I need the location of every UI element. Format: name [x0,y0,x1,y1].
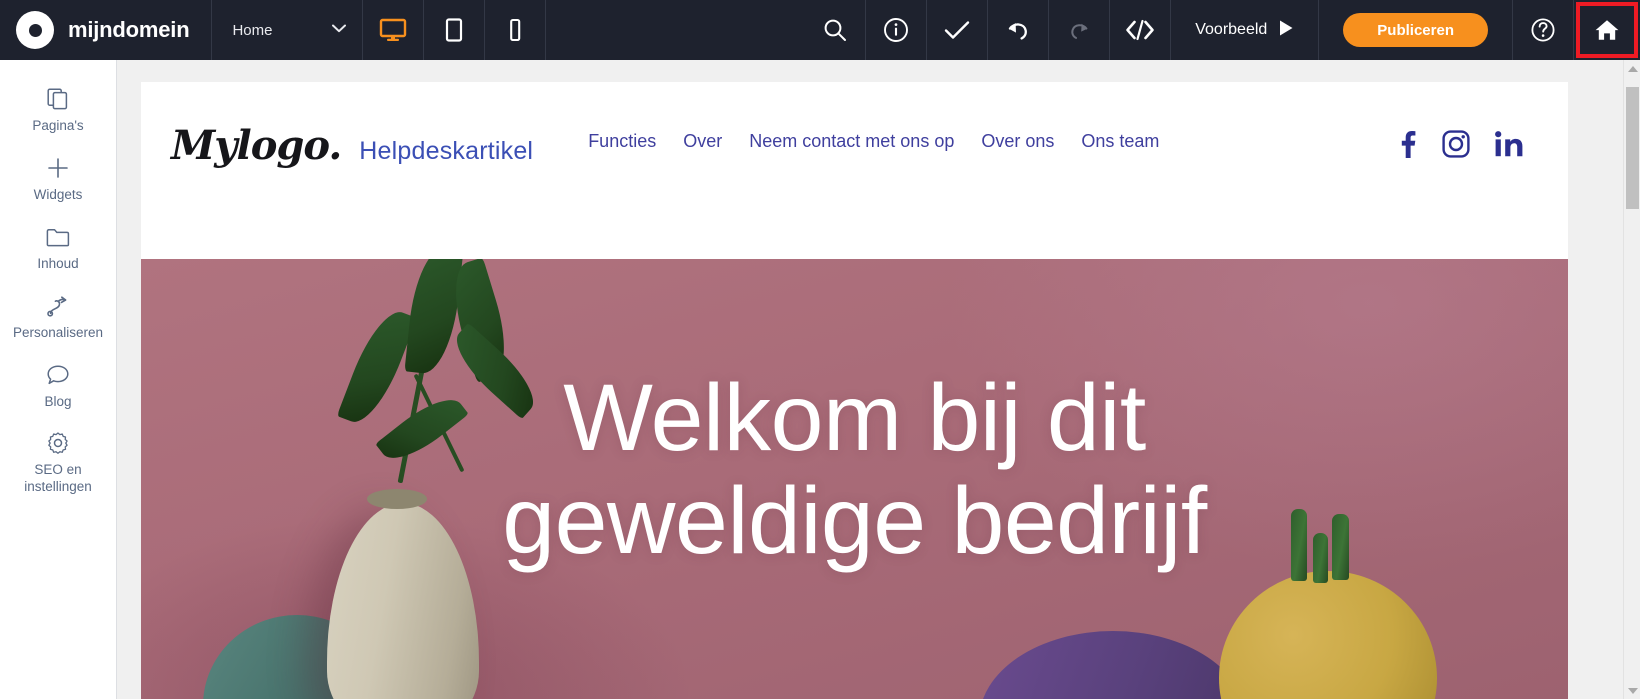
checkmark-icon [943,18,971,42]
site-nav-item-contact[interactable]: Neem contact met ons op [749,131,954,152]
redo-button[interactable] [1049,0,1109,60]
publish-button[interactable]: Publiceren [1343,13,1488,47]
redo-arrow-icon [1067,19,1091,41]
hero-heading-line-1: Welkom bij dit [181,367,1528,470]
help-button[interactable] [1513,0,1573,60]
sidebar-item-label: Inhoud [37,256,78,273]
site-logo-block[interactable]: Mylogo. Helpdeskartikel [171,122,533,169]
scrollbar-thumb[interactable] [1626,87,1639,209]
play-triangle-icon [1278,19,1294,42]
editor-canvas: Mylogo. Helpdeskartikel Functies Over Ne… [117,60,1623,699]
info-button[interactable] [866,0,926,60]
save-button[interactable] [927,0,987,60]
search-button[interactable] [805,0,865,60]
sidebar-item-label: Personaliseren [13,325,103,342]
site-header: Mylogo. Helpdeskartikel Functies Over Ne… [141,82,1568,259]
mobile-icon [508,18,522,42]
site-navigation: Functies Over Neem contact met ons op Ov… [588,122,1396,152]
sidebar-item-seo-en-instellingen[interactable]: SEO en instellingen [0,420,116,506]
speech-bubble-icon [46,363,70,387]
facebook-icon[interactable] [1396,129,1418,164]
publish-button-container: Publiceren [1319,0,1512,60]
website-page[interactable]: Mylogo. Helpdeskartikel Functies Over Ne… [141,82,1568,699]
sidebar-item-label: SEO en instellingen [4,462,112,496]
plus-icon [47,156,69,180]
gear-icon [46,431,70,455]
linkedin-icon[interactable] [1494,130,1524,163]
home-icon [1594,18,1620,42]
code-button[interactable] [1110,0,1170,60]
site-nav-item-over[interactable]: Over [683,131,722,152]
mobile-view-button[interactable] [485,0,545,60]
instagram-icon[interactable] [1442,130,1470,163]
site-tagline: Helpdeskartikel [359,137,533,166]
sidebar-item-widgets[interactable]: Widgets [0,145,116,214]
hero-heading-line-2: geweldige bedrijf [181,470,1528,573]
left-sidebar: Pagina's Widgets Inhoud Personal [0,60,117,699]
sidebar-item-label: Blog [44,394,71,411]
monitor-icon [379,18,407,42]
page-selector-dropdown[interactable]: Home [212,0,362,60]
sidebar-item-inhoud[interactable]: Inhoud [0,214,116,283]
sidebar-item-label: Widgets [34,187,83,204]
canvas-scrollbar[interactable] [1623,60,1640,699]
circle-ring-logo-icon [16,11,54,49]
sidebar-item-pagina-s[interactable]: Pagina's [0,76,116,145]
site-logo-text: Mylogo. [171,122,341,169]
scroll-down-arrow-icon[interactable] [1624,682,1640,699]
hero-heading: Welkom bij dit geweldige bedrijf [141,367,1568,572]
info-circle-icon [883,17,909,43]
sidebar-item-label: Pagina's [32,118,83,135]
pages-stack-icon [47,87,69,111]
home-button[interactable] [1574,0,1640,60]
site-nav-item-ons-team[interactable]: Ons team [1081,131,1159,152]
preview-label: Voorbeeld [1195,21,1267,39]
social-links [1396,122,1524,164]
curved-path-icon [46,294,70,318]
sidebar-item-blog[interactable]: Blog [0,352,116,421]
page-selector-label: Home [232,22,272,39]
chevron-down-icon [332,24,346,36]
scroll-up-arrow-icon[interactable] [1624,60,1640,77]
toolbar-spacer [546,0,805,60]
folder-icon [46,225,70,249]
undo-arrow-icon [1005,18,1031,42]
tablet-icon [445,18,463,42]
undo-button[interactable] [988,0,1048,60]
sidebar-item-personaliseren[interactable]: Personaliseren [0,283,116,352]
preview-button[interactable]: Voorbeeld [1171,0,1318,60]
question-circle-icon [1530,17,1556,43]
desktop-view-button[interactable] [363,0,423,60]
hero-section[interactable]: Welkom bij dit geweldige bedrijf [141,259,1568,699]
site-nav-item-functies[interactable]: Functies [588,131,656,152]
search-icon [822,17,848,43]
tablet-view-button[interactable] [424,0,484,60]
app-brand[interactable]: mijndomein [0,0,211,60]
top-toolbar: mijndomein Home [0,0,1640,60]
code-brackets-icon [1125,19,1155,41]
site-nav-item-over-ons[interactable]: Over ons [981,131,1054,152]
brand-name: mijndomein [68,17,189,43]
